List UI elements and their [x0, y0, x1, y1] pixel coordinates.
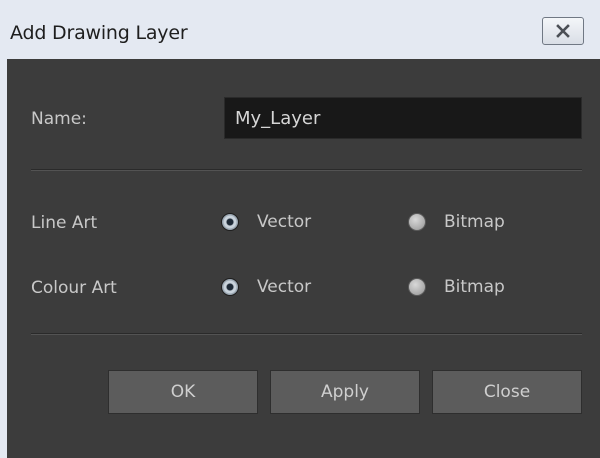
line-art-bitmap-label: Bitmap: [444, 212, 505, 232]
close-icon: [556, 24, 570, 38]
colour-art-bitmap-label: Bitmap: [444, 277, 505, 297]
line-art-bitmap-radio[interactable]: Bitmap: [408, 212, 505, 232]
name-input[interactable]: [224, 97, 582, 139]
radio-unchecked-icon: [408, 278, 426, 296]
separator-bottom: [31, 333, 582, 335]
colour-art-bitmap-radio[interactable]: Bitmap: [408, 277, 505, 297]
radio-unchecked-icon: [408, 213, 426, 231]
line-art-label: Line Art: [31, 213, 98, 233]
colour-art-vector-label: Vector: [257, 277, 312, 297]
radio-checked-icon: [221, 278, 239, 296]
dialog-title: Add Drawing Layer: [10, 22, 188, 44]
line-art-vector-label: Vector: [257, 212, 312, 232]
name-label: Name:: [31, 109, 87, 129]
colour-art-label: Colour Art: [31, 278, 117, 298]
radio-checked-icon: [221, 213, 239, 231]
apply-button[interactable]: Apply: [270, 370, 420, 414]
colour-art-vector-radio[interactable]: Vector: [221, 277, 311, 297]
add-drawing-layer-dialog: Add Drawing Layer Name: Line Art Vector …: [0, 0, 600, 458]
close-window-button[interactable]: [542, 17, 584, 45]
separator-top: [31, 169, 582, 171]
close-button[interactable]: Close: [432, 370, 582, 414]
ok-button[interactable]: OK: [108, 370, 258, 414]
line-art-vector-radio[interactable]: Vector: [221, 212, 311, 232]
